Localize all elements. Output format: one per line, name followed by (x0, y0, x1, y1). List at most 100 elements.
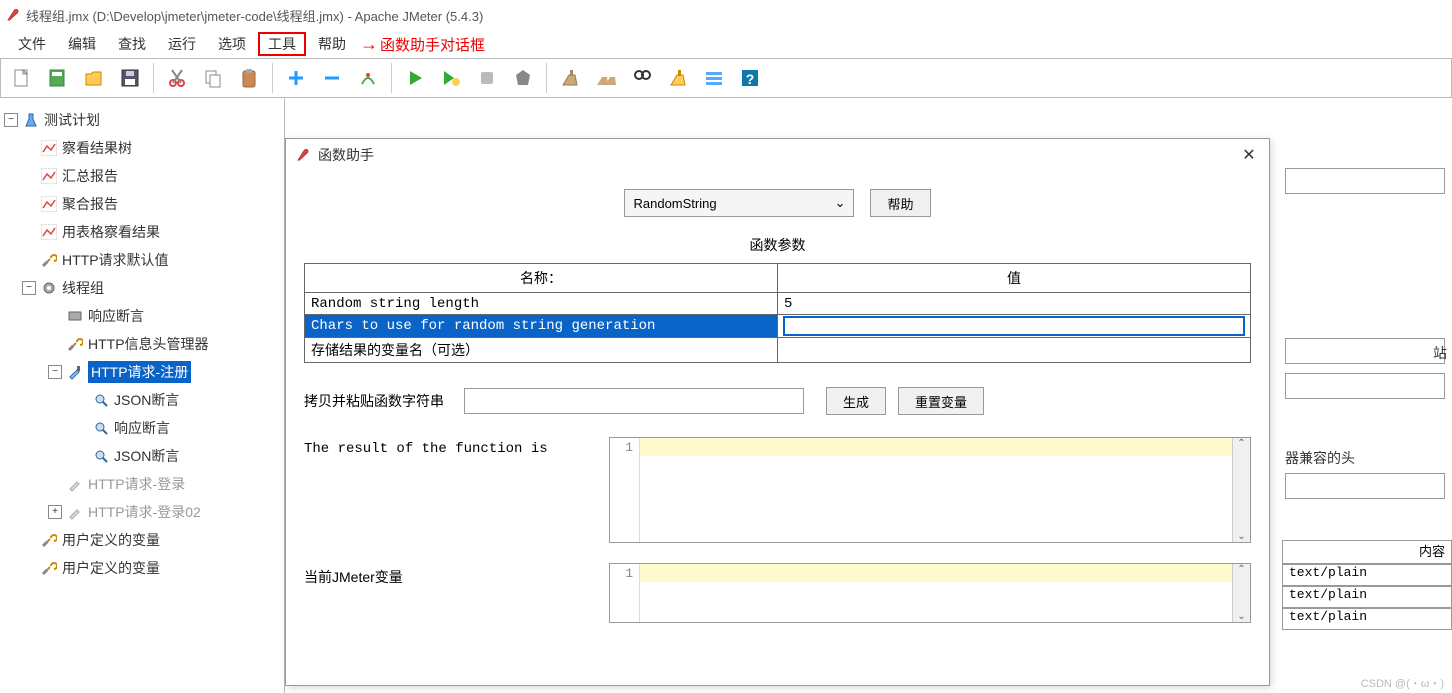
help-button[interactable]: ? (735, 63, 765, 93)
scroll-down-icon[interactable]: ⌄ (1237, 531, 1245, 542)
tree-test-plan[interactable]: 测试计划 (44, 110, 100, 130)
tree-table-results[interactable]: 用表格察看结果 (62, 222, 160, 242)
wrench-icon (40, 251, 58, 269)
templates-button[interactable] (43, 63, 73, 93)
toggle-icon[interactable]: − (4, 113, 18, 127)
window-title: 线程组.jmx (D:\Develop\jmeter\jmeter-code\线… (26, 6, 483, 25)
param-row[interactable]: Chars to use for random string generatio… (305, 315, 1251, 338)
bg-row[interactable]: text/plain (1282, 608, 1452, 630)
tree-summary-report[interactable]: 汇总报告 (62, 166, 118, 186)
bg-content-table: 内容 text/plain text/plain text/plain (1282, 540, 1452, 630)
param-value-input[interactable] (784, 317, 1244, 335)
param-row[interactable]: 存储结果的变量名（可选） (305, 338, 1251, 363)
tree-json-assert[interactable]: JSON断言 (114, 390, 179, 410)
menu-file[interactable]: 文件 (8, 32, 56, 56)
expand-button[interactable] (281, 63, 311, 93)
function-helper-dialog: 函数助手 ✕ RandomString ⌄ 帮助 函数参数 名称： 值 Rand… (285, 138, 1270, 686)
bg-row[interactable]: text/plain (1282, 586, 1452, 608)
function-select-value: RandomString (633, 196, 716, 211)
start-button[interactable] (400, 63, 430, 93)
vars-textarea[interactable]: 1 ⌃⌄ (609, 563, 1251, 623)
scroll-down-icon[interactable]: ⌄ (1237, 611, 1245, 622)
copy-paste-label: 拷贝并粘贴函数字符串 (304, 391, 454, 411)
new-button[interactable] (7, 63, 37, 93)
dialog-titlebar[interactable]: 函数助手 ✕ (286, 139, 1269, 171)
tree-json-assert2[interactable]: JSON断言 (114, 446, 179, 466)
param-row[interactable]: Random string length (305, 293, 1251, 315)
menu-edit[interactable]: 编辑 (58, 32, 106, 56)
copy-button[interactable] (198, 63, 228, 93)
annotation-arrow: → 函数助手对话框 (360, 34, 485, 55)
cut-button[interactable] (162, 63, 192, 93)
gear-icon (40, 279, 58, 297)
toggle-button[interactable] (353, 63, 383, 93)
start-no-timers-button[interactable] (436, 63, 466, 93)
save-button[interactable] (115, 63, 145, 93)
help-button[interactable]: 帮助 (870, 189, 930, 217)
scrollbar-vertical[interactable]: ⌃⌄ (1232, 564, 1250, 622)
dialog-title: 函数助手 (318, 145, 1239, 165)
wrench-icon (66, 335, 84, 353)
tree-header-manager[interactable]: HTTP信息头管理器 (88, 334, 209, 354)
result-label: The result of the function is (304, 437, 599, 457)
chart-icon (40, 195, 58, 213)
toggle-icon[interactable]: − (48, 365, 62, 379)
close-icon[interactable]: ✕ (1239, 145, 1259, 165)
menu-options[interactable]: 选项 (208, 32, 256, 56)
scrollbar-vertical[interactable]: ⌃⌄ (1232, 438, 1250, 542)
bg-row[interactable]: text/plain (1282, 564, 1452, 586)
function-helper-button[interactable] (699, 63, 729, 93)
function-string-input[interactable] (464, 388, 804, 414)
stop-button[interactable] (472, 63, 502, 93)
menu-search[interactable]: 查找 (108, 32, 156, 56)
tree-user-vars1[interactable]: 用户定义的变量 (62, 530, 160, 550)
bg-input[interactable] (1285, 373, 1445, 399)
tree-http-login02[interactable]: HTTP请求-登录02 (88, 502, 201, 522)
bg-content-header: 内容 (1282, 540, 1452, 564)
tree-http-login[interactable]: HTTP请求-登录 (88, 474, 185, 494)
magnifier-icon (92, 419, 110, 437)
tree-http-register[interactable]: HTTP请求-注册 (88, 361, 191, 383)
scroll-up-icon[interactable]: ⌃ (1237, 438, 1245, 449)
tree-user-vars2[interactable]: 用户定义的变量 (62, 558, 160, 578)
paste-button[interactable] (234, 63, 264, 93)
toggle-icon[interactable]: − (22, 281, 36, 295)
scroll-up-icon[interactable]: ⌃ (1237, 564, 1245, 575)
function-select[interactable]: RandomString ⌄ (624, 189, 854, 217)
generate-button[interactable]: 生成 (826, 387, 886, 415)
arrow-icon: → (360, 34, 378, 55)
tree-response-assert2[interactable]: 响应断言 (114, 418, 170, 438)
tree-panel[interactable]: −测试计划 察看结果树 汇总报告 聚合报告 用表格察看结果 HTTP请求默认值 … (0, 98, 285, 693)
clear-all-button[interactable] (591, 63, 621, 93)
menu-help[interactable]: 帮助 (308, 32, 356, 56)
param-value-input[interactable] (784, 342, 1244, 358)
wrench-icon (40, 531, 58, 549)
menu-run[interactable]: 运行 (158, 32, 206, 56)
tree-aggregate-report[interactable]: 聚合报告 (62, 194, 118, 214)
chevron-down-icon: ⌄ (835, 195, 846, 211)
col-name-header: 名称： (305, 264, 778, 293)
param-name: 存储结果的变量名（可选） (305, 338, 778, 363)
wrench-icon (40, 559, 58, 577)
tree-view-results[interactable]: 察看结果树 (62, 138, 132, 158)
collapse-button[interactable] (317, 63, 347, 93)
pipette-grey-icon (66, 503, 84, 521)
toggle-icon[interactable]: + (48, 505, 62, 519)
flask-icon (22, 111, 40, 129)
result-textarea[interactable]: 1 ⌃⌄ (609, 437, 1251, 543)
reset-vars-button[interactable]: 重置变量 (898, 387, 984, 415)
bg-input[interactable] (1285, 168, 1445, 194)
param-value-input[interactable] (784, 296, 1244, 312)
menu-tools[interactable]: 工具 (258, 32, 306, 56)
tree-http-defaults[interactable]: HTTP请求默认值 (62, 250, 169, 270)
tree-thread-group[interactable]: 线程组 (62, 278, 104, 298)
clear-button[interactable] (555, 63, 585, 93)
open-button[interactable] (79, 63, 109, 93)
bg-input[interactable] (1285, 338, 1445, 364)
reset-search-button[interactable] (663, 63, 693, 93)
search-button[interactable] (627, 63, 657, 93)
shutdown-button[interactable] (508, 63, 538, 93)
tree-response-assertion[interactable]: 响应断言 (88, 306, 144, 326)
bg-input[interactable] (1285, 473, 1445, 499)
bg-port-label: 站 (1433, 343, 1447, 363)
